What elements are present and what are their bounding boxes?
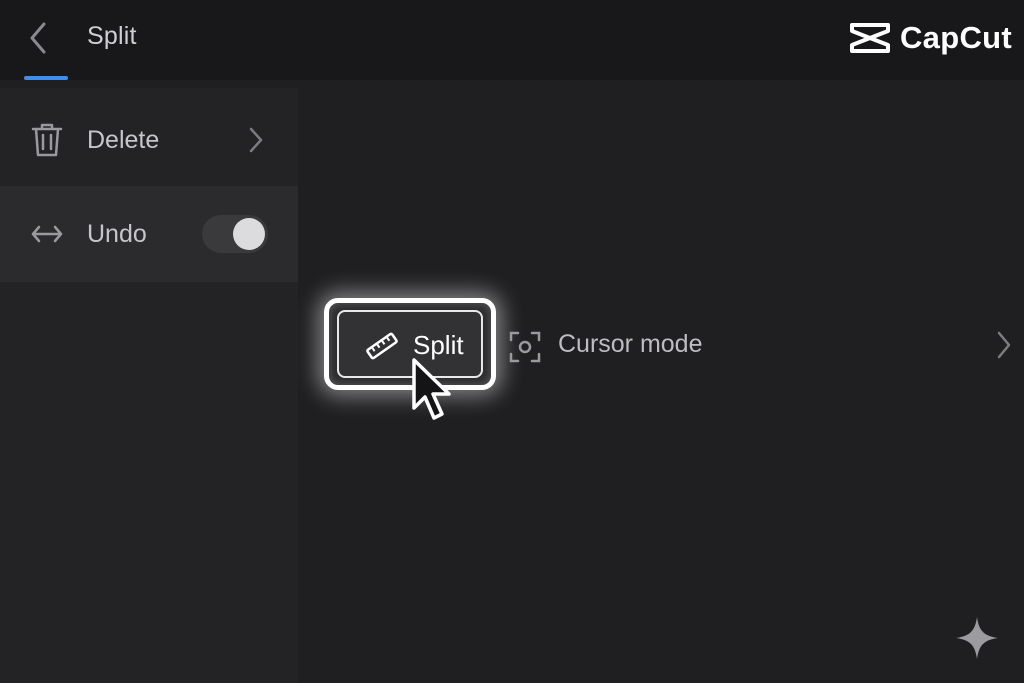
- chevron-right-icon: [246, 125, 266, 155]
- trash-icon: [30, 122, 64, 158]
- sidebar-item-label: Delete: [87, 125, 160, 154]
- page-title: Split: [87, 22, 137, 50]
- sidebar: Delete Undo: [0, 88, 298, 683]
- back-button[interactable]: [22, 18, 54, 58]
- cursor-mode-label: Cursor mode: [558, 330, 703, 358]
- active-tab-indicator: [24, 76, 68, 80]
- split-blade-icon: [366, 332, 398, 360]
- mouse-pointer-icon: [412, 358, 451, 420]
- focus-target-icon: [509, 331, 541, 363]
- sidebar-item-delete[interactable]: Delete: [0, 92, 298, 188]
- undo-toggle[interactable]: [202, 215, 268, 253]
- sidebar-item-label: Undo: [87, 219, 147, 248]
- cursor-mode-row[interactable]: Cursor mode: [506, 318, 1024, 374]
- capcut-logo-icon: [849, 23, 890, 53]
- brand-name: CapCut: [899, 20, 1012, 55]
- app-window: Split CapCut Delete Undo Split Cursor mo…: [0, 0, 1024, 683]
- sparkle-icon: [956, 617, 998, 659]
- chevron-left-icon: [30, 22, 46, 54]
- horizontal-arrows-icon: [30, 216, 64, 252]
- brand-logo: CapCut: [848, 18, 1012, 58]
- chevron-right-icon: [997, 331, 1011, 359]
- top-bar: Split CapCut: [0, 0, 1024, 80]
- toggle-knob: [233, 218, 265, 250]
- sidebar-item-undo[interactable]: Undo: [0, 186, 298, 282]
